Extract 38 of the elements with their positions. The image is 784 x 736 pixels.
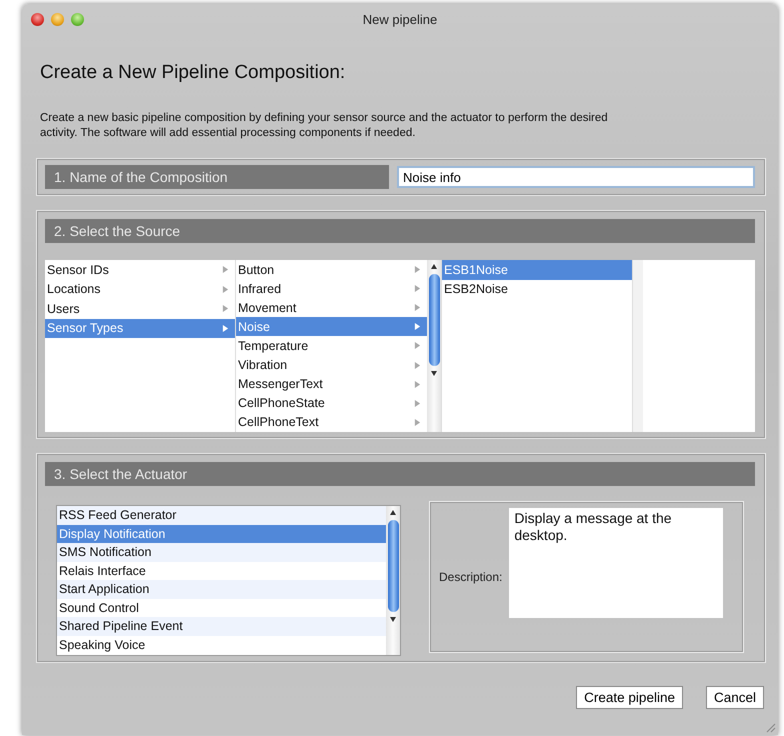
browser-item[interactable]: Temperature xyxy=(236,336,427,356)
actuator-list-item[interactable]: RSS Feed Generator xyxy=(57,506,386,524)
intro-text: Create a new basic pipeline composition by defining your sensor source and the actuator to perform the desired activity. The software will add essential processing components if needed. xyxy=(40,111,609,141)
scroll-bar[interactable] xyxy=(386,506,400,655)
browser-item[interactable]: CellPhoneText xyxy=(236,412,427,432)
zoom-button[interactable] xyxy=(71,12,84,26)
name-input-field[interactable]: Noise info xyxy=(397,166,755,188)
browser-item[interactable]: Infrared xyxy=(236,279,427,298)
description-label: Description: xyxy=(439,570,502,584)
scroll-bar[interactable] xyxy=(427,260,441,432)
close-button[interactable] xyxy=(31,12,44,26)
section-header: 2. Select the Source xyxy=(45,219,755,243)
browser-item[interactable]: Sensor IDs xyxy=(45,260,235,280)
resize-grip-icon[interactable] xyxy=(764,721,776,733)
section-header: 1. Name of the Composition xyxy=(45,165,389,189)
browser-item[interactable]: CellPhoneState xyxy=(236,394,427,413)
browser-item[interactable]: Vibration xyxy=(236,356,427,375)
minimize-button[interactable] xyxy=(51,12,64,26)
cancel-button[interactable]: Cancel xyxy=(706,686,764,709)
create-button[interactable]: Create pipeline xyxy=(576,686,683,709)
window-title: New pipeline xyxy=(362,12,438,26)
browser-item[interactable]: Locations xyxy=(45,280,235,299)
actuator-list-item[interactable]: Start Application xyxy=(57,580,386,598)
actuator-list-item[interactable]: Shared Pipeline Event xyxy=(57,617,386,636)
dialog-heading: Create a New Pipeline Composition: xyxy=(40,62,346,84)
section-header: 3. Select the Actuator xyxy=(45,462,755,486)
browser-item[interactable]: Button xyxy=(236,260,427,280)
browser-item[interactable]: Sensor Types xyxy=(45,318,235,338)
actuator-list-item[interactable]: Speaking Voice xyxy=(57,636,386,654)
browser-item[interactable]: Noise xyxy=(236,317,427,336)
browser-item[interactable]: MessengerText xyxy=(236,374,427,394)
browser-item[interactable]: ESB1Noise xyxy=(442,260,632,280)
browser-item[interactable]: Movement xyxy=(236,298,427,318)
browser-item[interactable]: ESB2Noise xyxy=(442,280,632,299)
actuator-list-item[interactable]: SMS Notification xyxy=(57,543,386,562)
actuator-list-item[interactable]: Display Notification xyxy=(57,524,386,543)
browser-item[interactable]: Users xyxy=(45,299,235,318)
description-text-box: Display a message at the desktop. xyxy=(509,508,724,618)
